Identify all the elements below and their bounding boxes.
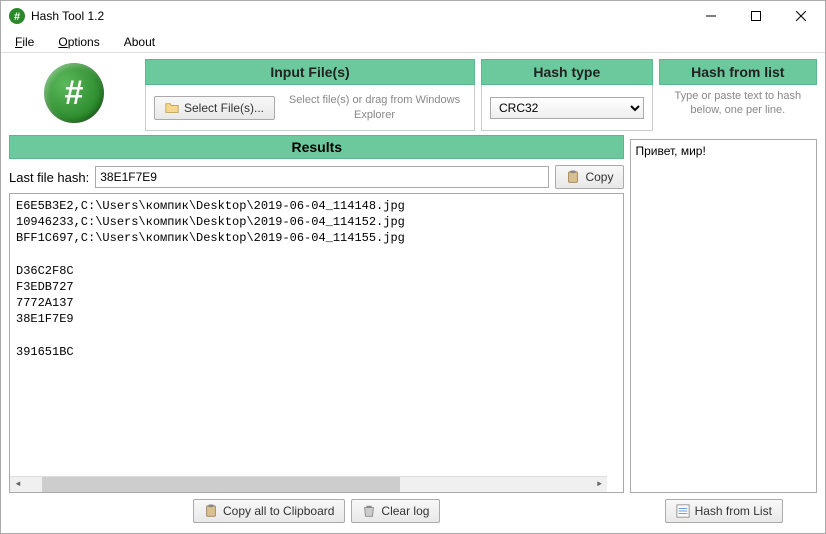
titlebar: # Hash Tool 1.2 [1,1,825,31]
hash-from-list-button[interactable]: Hash from List [665,499,783,523]
content-area: # Input File(s) Select File(s)... Select… [1,53,825,533]
copy-button[interactable]: Copy [555,165,624,189]
list-icon [676,504,690,518]
drag-hint: Select file(s) or drag from Windows Expl… [283,93,466,122]
clipboard-icon [204,504,218,518]
hash-type-header: Hash type [481,59,653,85]
copy-all-button[interactable]: Copy all to Clipboard [193,499,345,523]
last-hash-label: Last file hash: [9,170,89,185]
hash-logo-icon: # [44,63,104,123]
app-icon: # [9,8,25,24]
paste-hint: Type or paste text to hash below, one pe… [659,85,817,122]
clear-log-button[interactable]: Clear log [351,499,440,523]
scroll-thumb[interactable] [42,477,400,492]
trash-icon [362,504,376,518]
folder-icon [165,101,179,115]
hash-text-input[interactable] [630,139,817,493]
clear-log-label: Clear log [381,504,429,518]
menu-about[interactable]: About [118,33,161,51]
log-output[interactable]: E6E5B3E2,C:\Users\компик\Desktop\2019-06… [9,193,624,493]
svg-text:#: # [14,11,20,23]
select-files-button[interactable]: Select File(s)... [154,96,275,120]
input-files-header: Input File(s) [145,59,475,85]
scroll-left-icon[interactable]: ◄ [10,477,26,493]
copy-label: Copy [585,170,613,184]
minimize-button[interactable] [688,2,733,30]
hash-from-list-header: Hash from list [659,59,817,85]
menu-file[interactable]: File [9,33,40,51]
hash-from-list-label: Hash from List [695,504,772,518]
scroll-right-icon[interactable]: ► [591,477,607,493]
main-window: # Hash Tool 1.2 File Options About # Inp… [0,0,826,534]
horizontal-scrollbar[interactable]: ◄ ► [10,476,607,492]
hash-type-select[interactable]: CRC32 [490,97,644,119]
copy-all-label: Copy all to Clipboard [223,504,334,518]
hash-type-panel: Hash type CRC32 [481,59,653,131]
results-header: Results [9,135,624,159]
select-files-label: Select File(s)... [184,101,264,115]
window-title: Hash Tool 1.2 [31,9,688,23]
menubar: File Options About [1,31,825,53]
window-controls [688,2,823,30]
logo-cell: # [9,59,139,131]
input-files-panel: Input File(s) Select File(s)... Select f… [145,59,475,131]
maximize-button[interactable] [733,2,778,30]
menu-options[interactable]: Options [52,33,105,51]
last-hash-input[interactable] [95,166,549,188]
close-button[interactable] [778,2,823,30]
hash-from-list-panel: Hash from list Type or paste text to has… [659,59,817,131]
clipboard-icon [566,170,580,184]
